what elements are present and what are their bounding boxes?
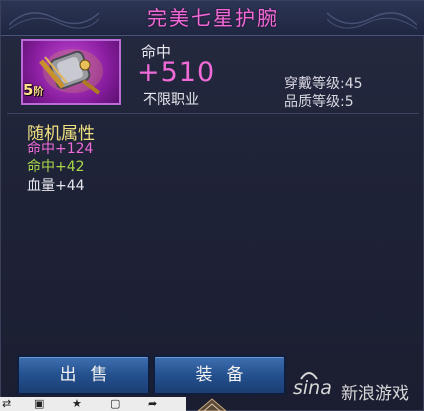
sina-logo: sina [293,377,332,399]
item-title: 完美七星护腕 [147,6,279,30]
equip-button[interactable]: 装备 [153,355,286,395]
sell-button[interactable]: 出售 [17,355,150,395]
watermark-text: 新浪游戏 [341,384,409,404]
tier-badge: 5阶 [23,81,44,99]
share-icon[interactable]: ➦ [148,397,157,411]
attribute-line: 命中+42 [27,159,85,175]
star-icon[interactable]: ★ [72,397,82,411]
undo-icon[interactable]: ⇄ [2,397,11,411]
frame-icon[interactable]: ▢ [110,397,120,411]
attribute-line: 血量+44 [27,178,85,194]
bottom-ornament-icon [197,398,227,411]
title-bar: 完美七星护腕 [1,1,424,36]
divider [7,113,419,114]
job-restriction: 不限职业 [143,92,199,108]
main-stat-value: +510 [137,57,216,88]
item-tooltip-panel: 完美七星护腕 5阶 命中 +510 不限职业 穿戴等级:45 品质等级:5 随机… [0,0,424,411]
editor-toolbar: ⇄ ▣ ★ ▢ ➦ [0,397,186,411]
attribute-line: 命中+124 [27,141,94,157]
save-icon[interactable]: ▣ [34,397,44,411]
sina-watermark: sina 新浪游戏 [293,372,423,404]
quality-level: 品质等级:5 [284,94,354,110]
wear-level: 穿戴等级:45 [284,76,363,92]
